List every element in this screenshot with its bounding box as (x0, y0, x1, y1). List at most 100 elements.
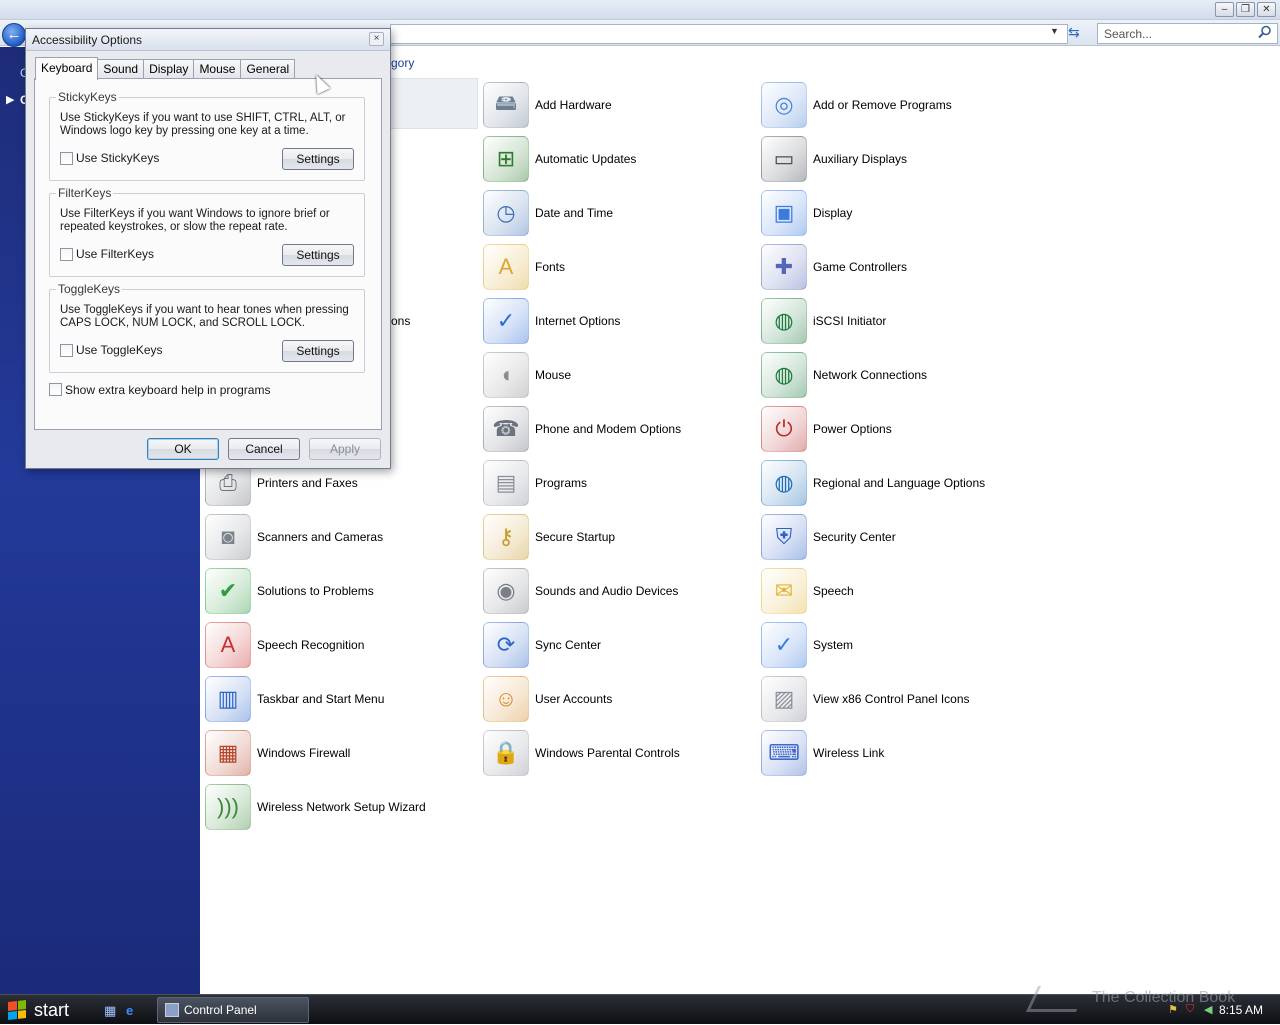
control-panel-item[interactable]: ▭ Auxiliary Displays (761, 134, 907, 184)
explorer-titlebar: – ❐ ✕ (0, 0, 1280, 20)
control-panel-item-label: Fonts (535, 260, 566, 274)
group-title: StickyKeys (56, 90, 119, 104)
control-panel-item[interactable]: ))) Wireless Network Setup Wizard (205, 782, 426, 832)
taskbar-icon: ▥ (205, 676, 251, 722)
search-icon[interactable] (1258, 25, 1274, 41)
control-panel-item[interactable]: ✉ Speech (761, 566, 854, 616)
quicklaunch-ie-icon[interactable]: e (126, 1003, 133, 1018)
control-panel-item[interactable]: ⚷ Secure Startup (483, 512, 615, 562)
control-panel-item[interactable]: ⌨ Wireless Link (761, 728, 884, 778)
control-panel-item[interactable]: ◍ Network Connections (761, 350, 927, 400)
minimize-button[interactable]: – (1215, 2, 1234, 17)
sync-icon: ⟳ (483, 622, 529, 668)
control-panel-item-label: Date and Time (535, 206, 614, 220)
power-plug-icon: ⏻ (761, 406, 807, 452)
control-panel-item[interactable]: A Fonts (483, 242, 565, 292)
address-field[interactable] (390, 24, 1068, 44)
tab-keyboard[interactable]: Keyboard (35, 57, 99, 80)
use-filterkeys-label[interactable]: Use FilterKeys (76, 247, 154, 261)
wireless-link-icon: ⌨ (761, 730, 807, 776)
ok-button[interactable]: OK (147, 438, 219, 460)
control-panel-icon (165, 1003, 179, 1017)
extra-keyboard-help-label[interactable]: Show extra keyboard help in programs (65, 383, 270, 397)
partial-item-label[interactable]: ons (391, 314, 410, 328)
control-panel-item-label: Internet Options (535, 314, 621, 328)
control-panel-item[interactable]: ⊞ Automatic Updates (483, 134, 636, 184)
tab-general[interactable]: General (240, 59, 296, 79)
tab-sound[interactable]: Sound (97, 59, 145, 79)
dialog-close-button[interactable]: × (369, 32, 384, 46)
control-panel-item-label: Speech Recognition (257, 638, 365, 652)
control-panel-item[interactable]: ⏻ Power Options (761, 404, 892, 454)
control-panel-item[interactable]: ◎ Add or Remove Programs (761, 80, 952, 130)
quicklaunch-desktop-icon[interactable]: ▦ (104, 1003, 116, 1019)
togglekeys-group: ToggleKeys Use ToggleKeys if you want to… (49, 282, 365, 373)
group-title: ToggleKeys (56, 282, 123, 296)
programs-icon: ▤ (483, 460, 529, 506)
tab-display[interactable]: Display (143, 59, 195, 79)
close-window-button[interactable]: ✕ (1257, 2, 1276, 17)
control-panel-item[interactable]: 🖴 Add Hardware (483, 80, 612, 130)
control-panel-item[interactable]: ☎ Phone and Modem Options (483, 404, 681, 454)
tab-mouse[interactable]: Mouse (193, 59, 242, 79)
control-panel-item[interactable]: ▣ Display (761, 188, 852, 238)
search-input[interactable]: Search... (1097, 23, 1278, 44)
control-panel-item[interactable]: ▥ Taskbar and Start Menu (205, 674, 384, 724)
control-panel-item-label: iSCSI Initiator (813, 314, 887, 328)
selected-item-highlight (390, 78, 478, 129)
taskbar-item-label: Control Panel (184, 1003, 257, 1017)
keys-icon: ⚷ (483, 514, 529, 560)
refresh-icon[interactable]: ⇆ (1068, 24, 1080, 41)
control-panel-item[interactable]: ☺ User Accounts (483, 674, 612, 724)
use-filterkeys-checkbox[interactable] (60, 248, 73, 261)
control-panel-item[interactable]: ✚ Game Controllers (761, 242, 907, 292)
control-panel-item[interactable]: ✔ Solutions to Problems (205, 566, 374, 616)
expand-arrow-icon[interactable]: ▶ (6, 93, 14, 106)
control-panel-item[interactable]: ◖ Mouse (483, 350, 571, 400)
control-panel-item[interactable]: ▤ Programs (483, 458, 587, 508)
control-panel-item-label: Add or Remove Programs (813, 98, 952, 112)
back-button[interactable]: ← (2, 23, 26, 47)
control-panel-item[interactable]: ✓ Internet Options (483, 296, 620, 346)
phone-modem-icon: ☎ (483, 406, 529, 452)
control-panel-item-label: Mouse (535, 368, 572, 382)
category-view-link[interactable]: gory (391, 56, 414, 70)
control-panel-item[interactable]: 🔒 Windows Parental Controls (483, 728, 680, 778)
use-stickykeys-label[interactable]: Use StickyKeys (76, 151, 159, 165)
control-panel-item[interactable]: ◉ Sounds and Audio Devices (483, 566, 678, 616)
mouse-icon: ◖ (483, 352, 529, 398)
control-panel-item[interactable]: ✓ System (761, 620, 853, 670)
maximize-button[interactable]: ❐ (1236, 2, 1255, 17)
use-togglekeys-checkbox[interactable] (60, 344, 73, 357)
control-panel-item[interactable]: ⟳ Sync Center (483, 620, 601, 670)
internet-globe-icon: ✓ (483, 298, 529, 344)
taskbar-item-control-panel[interactable]: Control Panel (157, 997, 309, 1023)
use-togglekeys-label[interactable]: Use ToggleKeys (76, 343, 163, 357)
use-stickykeys-checkbox[interactable] (60, 152, 73, 165)
network-globe-icon: ◍ (761, 352, 807, 398)
start-button[interactable]: start (0, 995, 88, 1025)
gamepad-icon: ✚ (761, 244, 807, 290)
control-panel-item-label: Speech (813, 584, 854, 598)
control-panel-item[interactable]: ◷ Date and Time (483, 188, 613, 238)
solutions-check-icon: ✔ (205, 568, 251, 614)
filterkeys-settings-button[interactable]: Settings (282, 244, 354, 266)
control-panel-item[interactable]: ◍ Regional and Language Options (761, 458, 985, 508)
control-panel-item[interactable]: A Speech Recognition (205, 620, 364, 670)
control-panel-item[interactable]: ⛨ Security Center (761, 512, 896, 562)
control-panel-item-label: Display (813, 206, 853, 220)
keyboard-tab-panel: StickyKeys Use StickyKeys if you want to… (34, 78, 382, 430)
control-panel-item[interactable]: ◍ iSCSI Initiator (761, 296, 886, 346)
back-arrow-icon: ← (6, 26, 22, 43)
cancel-button[interactable]: Cancel (228, 438, 300, 460)
apply-button: Apply (309, 438, 381, 460)
control-panel-item[interactable]: ▨ View x86 Control Panel Icons (761, 674, 970, 724)
extra-keyboard-help-checkbox[interactable] (49, 383, 62, 396)
togglekeys-settings-button[interactable]: Settings (282, 340, 354, 362)
stickykeys-settings-button[interactable]: Settings (282, 148, 354, 170)
control-panel-item[interactable]: ▦ Windows Firewall (205, 728, 350, 778)
address-dropdown-icon[interactable]: ▼ (1050, 26, 1059, 36)
control-panel-item[interactable]: ◙ Scanners and Cameras (205, 512, 383, 562)
dialog-tabs: Keyboard Sound Display Mouse General (35, 57, 296, 80)
control-panel-item-label: User Accounts (535, 692, 613, 706)
